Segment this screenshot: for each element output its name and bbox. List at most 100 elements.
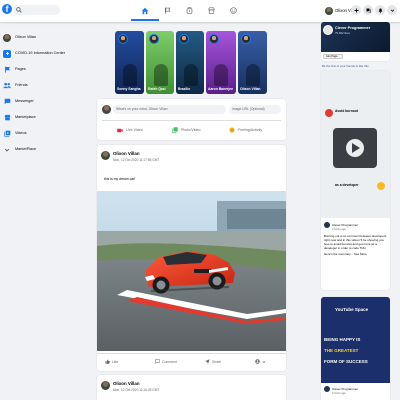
search-bar[interactable]: [13, 5, 60, 15]
account-circle-icon: [255, 359, 260, 364]
sidebar-item-friends[interactable]: Friends: [0, 78, 95, 93]
subscriptions-icon[interactable]: [183, 5, 195, 16]
sidebar-item-videos[interactable]: Videos: [0, 126, 95, 141]
ad-time: 4 hours ago: [332, 228, 346, 231]
ad-see-more[interactable]: Here's the summary... See More: [324, 252, 388, 256]
post-actions: Like Comment Share: [97, 353, 286, 371]
avatar: [209, 34, 219, 44]
ad-page-name[interactable]: Clever Programmer: [332, 223, 358, 227]
post-image[interactable]: [97, 191, 286, 351]
sidebar-item-marketplace[interactable]: Marketplace: [0, 110, 95, 125]
left-sidebar: Olixon Villan COVID-19 Information Cente…: [0, 30, 95, 158]
ad-body-text: Burning out is so common between develop…: [324, 234, 388, 256]
sidebar-item-profile[interactable]: Olixon Villan: [0, 30, 95, 45]
avatar: [179, 34, 189, 44]
avatar[interactable]: [101, 151, 110, 160]
people-icon: [3, 82, 11, 90]
flag-icon[interactable]: [161, 5, 173, 16]
sidebar-item-label: Pages: [15, 67, 26, 72]
story-card[interactable]: Rafeh Qazi: [146, 31, 174, 94]
story-thumbnail: [214, 64, 228, 86]
insert-emoticon-icon: [229, 127, 235, 133]
sidebar-item-label: COVID-19 Information Center: [15, 51, 66, 56]
ad-page-name[interactable]: Clever Programmer: [332, 387, 358, 391]
story-author: Olixon Villan: [240, 87, 261, 91]
add-icon[interactable]: [351, 5, 361, 15]
image-ad-card[interactable]: YouTube Space BEING HAPPY IS THE GREATES…: [321, 297, 390, 400]
like-button[interactable]: Like: [105, 359, 118, 364]
photo-video-button[interactable]: Photo/Video: [172, 126, 201, 134]
supervised-user-icon[interactable]: [227, 5, 239, 16]
sidebar-item-covid[interactable]: COVID-19 Information Center: [0, 46, 95, 61]
story-thumbnail: [154, 64, 168, 86]
ad-caption-bottom: as a developer: [335, 183, 359, 187]
like-page-button[interactable]: Like Page: [323, 54, 343, 59]
local-hospital-icon: [3, 49, 11, 58]
story-author: Sonny Sangha: [117, 87, 141, 91]
sidebar-item-label: Friends: [15, 83, 28, 88]
sidebar-item-messenger[interactable]: Messenger: [0, 94, 95, 109]
status-input[interactable]: What's on your mind, Olixon Villan: [113, 105, 226, 114]
expand-more-icon: [262, 360, 266, 363]
feeling-activity-button[interactable]: Feeling/Activity: [229, 126, 262, 134]
page-logo-icon: [323, 25, 333, 35]
live-video-button[interactable]: Live Video: [117, 126, 143, 134]
ad-caption-top: Avoid burnout: [335, 109, 359, 113]
sidebar-item-label: MarketPlace: [15, 147, 37, 152]
story-card[interactable]: Sonny Sangha: [115, 31, 144, 94]
ad-badge: YouTube Space: [335, 307, 369, 312]
notifications-icon[interactable]: [375, 5, 385, 15]
photo-library-icon: [172, 127, 178, 133]
ad-video-thumbnail: Avoid burnout as a developer: [321, 71, 390, 218]
friends-cta: Be the first of your friends to like thi…: [322, 64, 369, 68]
videocam-icon: [117, 128, 123, 132]
story-author: Rafeh Qazi: [148, 87, 166, 91]
page-logo-icon: [324, 386, 330, 392]
profile-menu-button[interactable]: [255, 359, 266, 364]
image-url-input[interactable]: image URL (Optional): [229, 105, 281, 114]
search-icon: [16, 7, 22, 13]
ad-body-paragraph: Burning out is so common between develop…: [324, 234, 387, 250]
feed-post: Olixon Villan Mon, 12 Oct 2020 11:17:56 …: [97, 145, 286, 371]
sidebar-item-label: Messenger: [15, 99, 34, 104]
page-plugin-widget[interactable]: Clever Programmer 79,902 likes Like Page: [321, 22, 390, 61]
chat-bubble-outline-icon: [155, 359, 160, 364]
facebook-logo-icon[interactable]: f: [2, 4, 12, 14]
story-card[interactable]: Aaron Banerjee: [206, 31, 236, 94]
video-library-icon: [3, 130, 11, 138]
story-thumbnail: [184, 64, 198, 86]
photo-video-label: Photo/Video: [181, 128, 201, 132]
avatar: [241, 34, 251, 44]
page-likes: 79,902 likes: [335, 31, 350, 35]
chat-icon: [3, 98, 11, 106]
ad-line-3: FORM OF SUCCESS: [324, 359, 368, 364]
storefront-icon[interactable]: [205, 5, 217, 16]
page-name[interactable]: Clever Programmer: [335, 26, 370, 30]
story-thumbnail: [123, 64, 137, 86]
sidebar-item-pages[interactable]: Pages: [0, 62, 95, 77]
post-author[interactable]: Olixon Villan: [113, 151, 140, 156]
sidebar-item-label: Olixon Villan: [15, 35, 37, 40]
post-message: this is my dream car!: [104, 177, 136, 181]
sidebar-item-label: Marketplace: [15, 115, 36, 120]
comment-label: Comment: [162, 359, 177, 364]
sidebar-item-label: Videos: [15, 131, 27, 136]
sidebar-item-more[interactable]: MarketPlace: [0, 142, 95, 157]
avatar[interactable]: [101, 381, 110, 390]
story-author: Aaron Banerjee: [208, 87, 234, 91]
story-card[interactable]: Olixon Villan: [238, 31, 267, 94]
avatar: [149, 34, 159, 44]
share-button[interactable]: Share: [205, 359, 221, 364]
expand-more-icon[interactable]: [387, 5, 397, 15]
home-icon[interactable]: [139, 5, 151, 16]
forum-icon[interactable]: [363, 5, 373, 15]
story-thumbnail: [246, 64, 260, 86]
story-card[interactable]: Brazilio: [176, 31, 204, 94]
ad-line-1: BEING HAPPY IS: [324, 337, 361, 342]
post-timestamp: Mon, 12 Oct 2020 11:17:56 GMT: [113, 158, 160, 162]
video-ad-card[interactable]: Avoid burnout as a developer Clever Prog…: [321, 71, 390, 290]
comment-button[interactable]: Comment: [155, 359, 177, 364]
stories-reel: Sonny Sangha Rafeh Qazi Brazilio Aaron B…: [115, 31, 267, 94]
storefront-icon: [3, 114, 11, 122]
post-author[interactable]: Olixon Villan: [113, 381, 140, 386]
